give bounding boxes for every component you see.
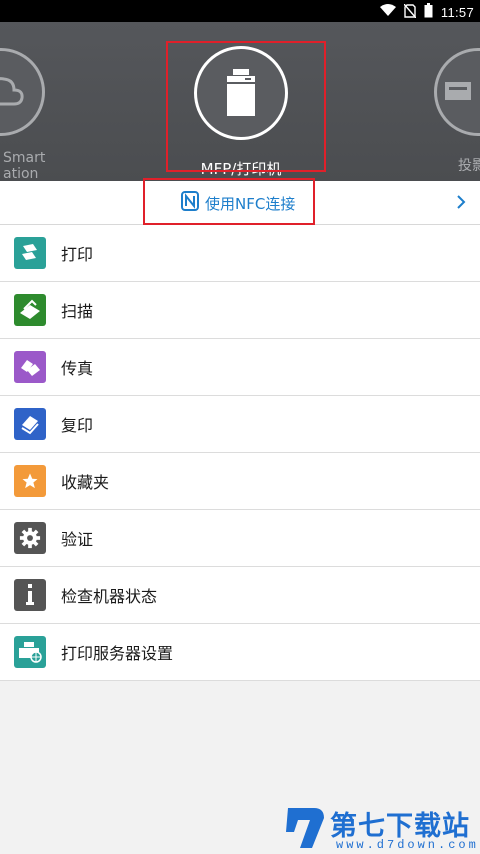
highlight-nfc-box (143, 178, 315, 225)
copy-icon (14, 408, 46, 440)
status-bar: 11:57 (0, 0, 480, 22)
menu-item-label: 传真 (61, 359, 94, 378)
menu-item-label: 验证 (61, 530, 94, 549)
device-left-cloud[interactable]: Smart ation (0, 48, 45, 181)
scan-icon (14, 294, 46, 326)
menu-item-print[interactable]: 打印 (0, 225, 480, 282)
no-sim-icon (403, 3, 417, 22)
watermark-url: www.d7down.com (336, 838, 479, 852)
menu-item-label: 收藏夹 (61, 473, 110, 492)
device-right-projector[interactable]: 投影 (434, 48, 480, 174)
device-left-label: Smart ation (3, 150, 46, 181)
menu-item-label: 复印 (61, 416, 94, 435)
gear-icon (14, 522, 46, 554)
device-circle (0, 48, 45, 136)
device-circle (434, 48, 480, 136)
status-time: 11:57 (440, 5, 474, 20)
menu-item-print-server-settings[interactable]: 打印服务器设置 (0, 624, 480, 681)
battery-icon (424, 3, 433, 22)
menu-item-label: 检查机器状态 (61, 587, 158, 606)
menu-item-fax[interactable]: 传真 (0, 339, 480, 396)
menu-item-copy[interactable]: 复印 (0, 396, 480, 453)
highlight-device-box (166, 41, 326, 172)
watermark: 第七下载站 www.d7down.com (284, 804, 480, 854)
menu-item-label: 打印 (61, 245, 94, 264)
menu-item-label: 扫描 (61, 302, 94, 321)
cloud-icon (0, 77, 24, 106)
d7-logo-icon (286, 808, 324, 848)
print-icon (14, 237, 46, 269)
fax-icon (14, 351, 46, 383)
star-icon (14, 465, 46, 497)
menu-item-machine-status[interactable]: 检查机器状态 (0, 567, 480, 624)
menu-item-favorites[interactable]: 收藏夹 (0, 453, 480, 510)
wifi-icon (379, 4, 396, 21)
device-right-label: 投影 (458, 158, 480, 174)
chevron-right-icon (456, 194, 466, 214)
menu-item-label: 打印服务器设置 (61, 644, 174, 663)
menu-item-authentication[interactable]: 验证 (0, 510, 480, 567)
menu-item-scan[interactable]: 扫描 (0, 282, 480, 339)
function-menu: 打印 扫描 传真 复印 收藏夹 验证 检查机器状态 打印服务器设置 (0, 225, 480, 681)
info-icon (14, 579, 46, 611)
projector-icon (445, 82, 471, 100)
print-server-icon (14, 636, 46, 668)
